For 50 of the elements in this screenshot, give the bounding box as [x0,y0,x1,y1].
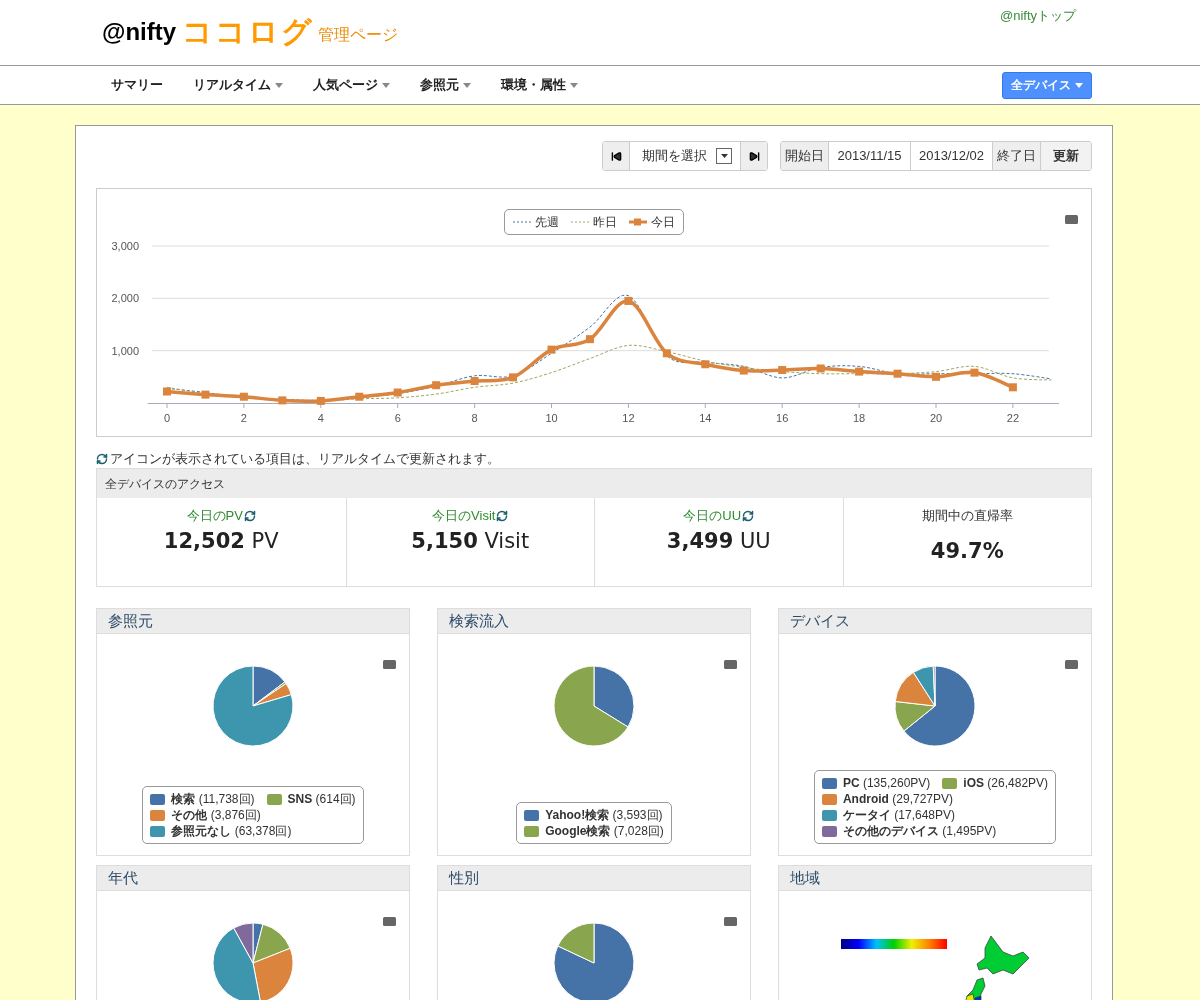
x-axis-label: 4 [317,412,324,424]
card-title: 検索流入 [449,610,509,631]
legend-label: Google検索 (7,028回) [545,823,664,839]
metric-value: 12,502 PV [163,528,279,555]
x-axis-label: 0 [163,412,171,424]
legend-label: 昨日 [593,214,617,231]
y-axis-label: 1,000 [111,344,139,357]
metric-value: 3,499 UU [666,528,771,555]
card-title: 性別 [449,867,479,888]
legend-label: その他 (3,876回) [171,807,261,823]
logo-brand: @nifty [102,17,177,47]
legend-label: PC (135,260PV) [842,775,931,791]
legend-label: SNS (614回) [287,791,356,807]
legend-label: ケータイ (17,648PV) [842,807,955,823]
start-date-label: 開始日 [781,142,829,170]
x-axis-label: 6 [394,412,401,424]
legend-label: 今日 [651,214,675,231]
legend-label: 参照元なし (63,378回) [171,823,292,839]
y-axis-label: 2,000 [111,292,139,305]
x-axis-label: 18 [852,412,866,424]
x-axis-label: 16 [776,412,789,424]
realtime-note: アイコンが表示されている項目は、リアルタイムで更新されます。 [110,450,500,469]
legend-label: その他のデバイス (1,495PV) [842,823,997,839]
card-title: 年代 [108,867,138,888]
x-axis-label: 10 [545,412,558,424]
x-axis-label: 12 [622,412,635,424]
y-axis-label: 3,000 [111,240,139,252]
metric-value: 49.7% [930,538,1004,565]
metric-label: 期間中の直帰率 [921,507,1013,526]
legend-label: Android (29,727PV) [842,791,953,807]
logo-subtitle: 管理ページ [318,25,399,45]
legend-label: 先週 [535,214,559,231]
card-title: 参照元 [108,610,153,631]
legend-label: Yahoo!検索 (3,593回) [545,807,663,823]
end-date-label: 終了日 [993,142,1041,170]
x-axis-label: 22 [1006,412,1020,424]
metric-label: 今日のUU [683,507,742,526]
logo-name: ココログ [182,14,315,50]
card-title: デバイス [790,610,850,631]
legend-label: 検索 (11,738回) [171,791,255,807]
x-axis-label: 20 [929,412,943,424]
metric-value: 5,150 Visit [411,528,530,555]
access-panel-title: 全デバイスのアクセス [105,475,225,493]
card-title: 地域 [790,867,820,888]
x-axis-label: 2 [240,412,247,424]
x-axis-label: 14 [699,412,712,424]
metric-label: 今日のPV [186,507,243,526]
metric-label: 今日のVisit [432,507,496,526]
legend-label: iOS (26,482PV) [963,775,1049,791]
x-axis-label: 8 [471,412,478,424]
